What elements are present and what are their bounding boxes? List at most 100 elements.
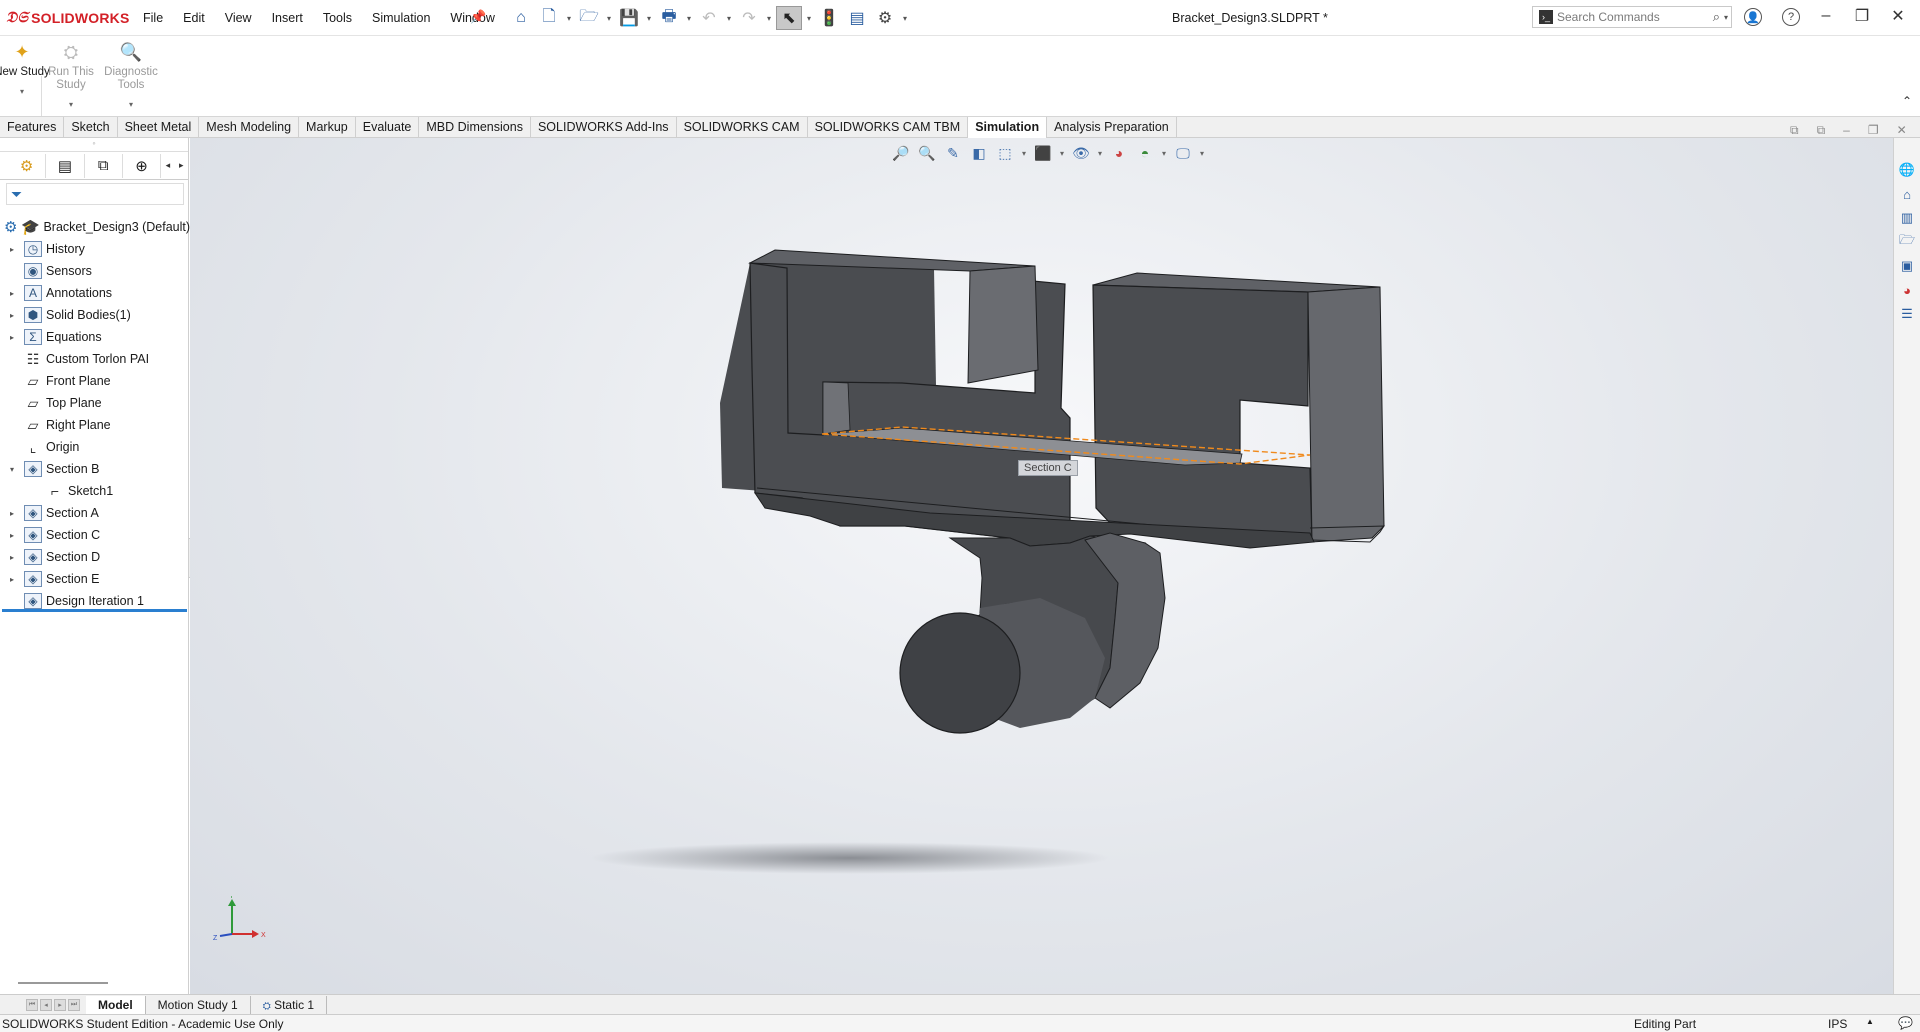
tree-item-top-plane[interactable]: ▱ Top Plane [0, 392, 189, 414]
viewport-minimize-icon[interactable]: – [1843, 123, 1850, 138]
tab-features[interactable]: Features [0, 117, 65, 138]
tree-item-section-a[interactable]: ▸ ◈ Section A [0, 502, 189, 524]
design-library-home-icon[interactable]: ⌂ [1897, 184, 1917, 204]
expand-icon[interactable]: ▸ [6, 509, 18, 518]
bracket-model[interactable] [190, 138, 1893, 994]
next-tab-icon[interactable]: ▸ [54, 998, 66, 1011]
search-dropdown-icon[interactable]: ▾ [1724, 13, 1728, 22]
tabs-scroll-left-icon[interactable]: ◂ [161, 160, 174, 171]
viewport-split-left-icon[interactable]: ⧉ [1790, 123, 1799, 138]
open-dropdown-icon[interactable]: ▾ [604, 14, 614, 23]
save-dropdown-icon[interactable]: ▾ [644, 14, 654, 23]
graphics-area[interactable]: 🔎 🔍 ✎ ◧ ⬚ ▾ ⬛ ▾ 👁 ▾ ◕ ◓ ▾ 🖵 ▾ Section C … [190, 138, 1893, 994]
diagnostic-dropdown-icon[interactable]: ▾ [102, 98, 160, 111]
menu-file[interactable]: File [133, 11, 173, 25]
select-pointer-icon[interactable]: ⬉ [776, 6, 802, 30]
tab-mbd-dimensions[interactable]: MBD Dimensions [419, 117, 531, 138]
tree-item-section-e[interactable]: ▸ ◈ Section E [0, 568, 189, 590]
options-gear-icon[interactable]: ⚙ [872, 6, 898, 30]
new-document-icon[interactable]: 🗋 [536, 6, 562, 30]
undo-dropdown-icon[interactable]: ▾ [724, 14, 734, 23]
tab-analysis-preparation[interactable]: Analysis Preparation [1047, 117, 1177, 138]
viewport-split-right-icon[interactable]: ⧉ [1817, 123, 1826, 138]
tab-markup[interactable]: Markup [299, 117, 356, 138]
run-study-button[interactable]: ⛭ Run This Study ▾ [42, 40, 100, 111]
options-dropdown-icon[interactable]: ▾ [900, 14, 910, 23]
select-dropdown-icon[interactable]: ▾ [804, 14, 814, 23]
tree-scrollbar[interactable] [18, 982, 108, 984]
tab-model[interactable]: Model [86, 995, 146, 1014]
expand-icon[interactable]: ▸ [6, 553, 18, 562]
expand-icon[interactable]: ▸ [6, 531, 18, 540]
tree-item-right-plane[interactable]: ▱ Right Plane [0, 414, 189, 436]
section-c-callout[interactable]: Section C [1018, 460, 1078, 476]
tab-static-1[interactable]: ⛭ Static 1 [251, 995, 328, 1014]
restore-icon[interactable]: ❐ [1844, 6, 1880, 26]
expand-icon[interactable]: ▸ [6, 311, 18, 320]
redo-dropdown-icon[interactable]: ▾ [764, 14, 774, 23]
new-dropdown-icon[interactable]: ▾ [564, 14, 574, 23]
status-units[interactable]: IPS [1828, 1017, 1847, 1031]
pin-icon[interactable]: 📌 [470, 9, 486, 25]
tree-item-origin[interactable]: ⌞ Origin [0, 436, 189, 458]
quick-tips-icon[interactable]: 💬 [1898, 1016, 1913, 1030]
tree-item-section-d[interactable]: ▸ ◈ Section D [0, 546, 189, 568]
open-icon[interactable]: 🗁 [576, 6, 602, 30]
tab-motion-study-1[interactable]: Motion Study 1 [146, 995, 251, 1014]
solidworks-logo[interactable]: 𝔇𝔖 SOLIDWORKS [6, 9, 130, 26]
tree-item-annotations[interactable]: ▸ A Annotations [0, 282, 189, 304]
menu-view[interactable]: View [215, 11, 262, 25]
tree-item-section-c[interactable]: ▸ ◈ Section C [0, 524, 189, 546]
viewport-close-icon[interactable]: ✕ [1897, 123, 1907, 138]
tab-cam-tbm[interactable]: SOLIDWORKS CAM TBM [808, 117, 969, 138]
search-icon[interactable]: ⌕ [1713, 9, 1720, 25]
search-commands[interactable]: ›_ Search Commands ⌕ ▾ [1532, 6, 1732, 28]
rollback-bar[interactable] [2, 609, 187, 612]
tabs-scroll-right-icon[interactable]: ▸ [175, 160, 188, 171]
collapse-icon[interactable]: ▾ [6, 465, 18, 474]
view-palette-icon[interactable]: ▣ [1897, 256, 1917, 276]
tab-mesh-modeling[interactable]: Mesh Modeling [199, 117, 300, 138]
print-dropdown-icon[interactable]: ▾ [684, 14, 694, 23]
close-icon[interactable]: ✕ [1880, 6, 1916, 26]
menu-edit[interactable]: Edit [173, 11, 215, 25]
tree-item-material[interactable]: ☷ Custom Torlon PAI [0, 348, 189, 370]
collapse-ribbon-icon[interactable]: ⌃ [1902, 94, 1912, 108]
file-explorer-icon[interactable]: 🗁 [1897, 232, 1917, 252]
expand-icon[interactable]: ▸ [6, 333, 18, 342]
tree-item-sensors[interactable]: ◉ Sensors [0, 260, 189, 282]
rebuild-icon[interactable]: 🚦 [816, 6, 842, 30]
solidworks-resources-icon[interactable]: 🌐 [1897, 160, 1917, 180]
account-icon[interactable]: 👤 [1744, 8, 1762, 26]
search-input[interactable]: Search Commands [1557, 10, 1713, 24]
design-library-icon[interactable]: ▥ [1897, 208, 1917, 228]
dimxpert-tab-icon[interactable]: ⊕ [123, 153, 162, 178]
tree-item-sketch1[interactable]: ⌐ Sketch1 [0, 480, 189, 502]
viewport-restore-icon[interactable]: ❐ [1868, 123, 1879, 138]
tree-item-solid-bodies[interactable]: ▸ ⬢ Solid Bodies(1) [0, 304, 189, 326]
expand-icon[interactable]: ▸ [6, 245, 18, 254]
configuration-manager-tab-icon[interactable]: ⧉ [85, 153, 123, 178]
tree-item-equations[interactable]: ▸ Σ Equations [0, 326, 189, 348]
file-properties-icon[interactable]: ▤ [844, 6, 870, 30]
tree-item-front-plane[interactable]: ▱ Front Plane [0, 370, 189, 392]
property-manager-tab-icon[interactable]: ▤ [46, 153, 85, 178]
menu-insert[interactable]: Insert [262, 11, 313, 25]
first-tab-icon[interactable]: ⏮ [26, 998, 38, 1011]
minimize-icon[interactable]: – [1808, 7, 1844, 25]
tree-root[interactable]: ⚙ 🎓 Bracket_Design3 (Default) [0, 216, 190, 238]
home-icon[interactable]: ⌂ [508, 6, 534, 30]
run-study-dropdown-icon[interactable]: ▾ [42, 98, 100, 111]
menu-tools[interactable]: Tools [313, 11, 362, 25]
custom-properties-icon[interactable]: ☰ [1897, 304, 1917, 324]
expand-icon[interactable]: ▸ [6, 289, 18, 298]
panel-grip-icon[interactable]: ◦ [0, 138, 188, 152]
appearances-icon[interactable]: ◕ [1897, 280, 1917, 300]
tab-evaluate[interactable]: Evaluate [356, 117, 420, 138]
expand-icon[interactable]: ▸ [6, 575, 18, 584]
prev-tab-icon[interactable]: ◂ [40, 998, 52, 1011]
units-menu-icon[interactable]: ▲ [1866, 1017, 1874, 1026]
tree-item-section-b[interactable]: ▾ ◈ Section B [0, 458, 189, 480]
feature-manager-tab-icon[interactable]: ⚙ [8, 153, 47, 178]
tab-cam[interactable]: SOLIDWORKS CAM [677, 117, 808, 138]
